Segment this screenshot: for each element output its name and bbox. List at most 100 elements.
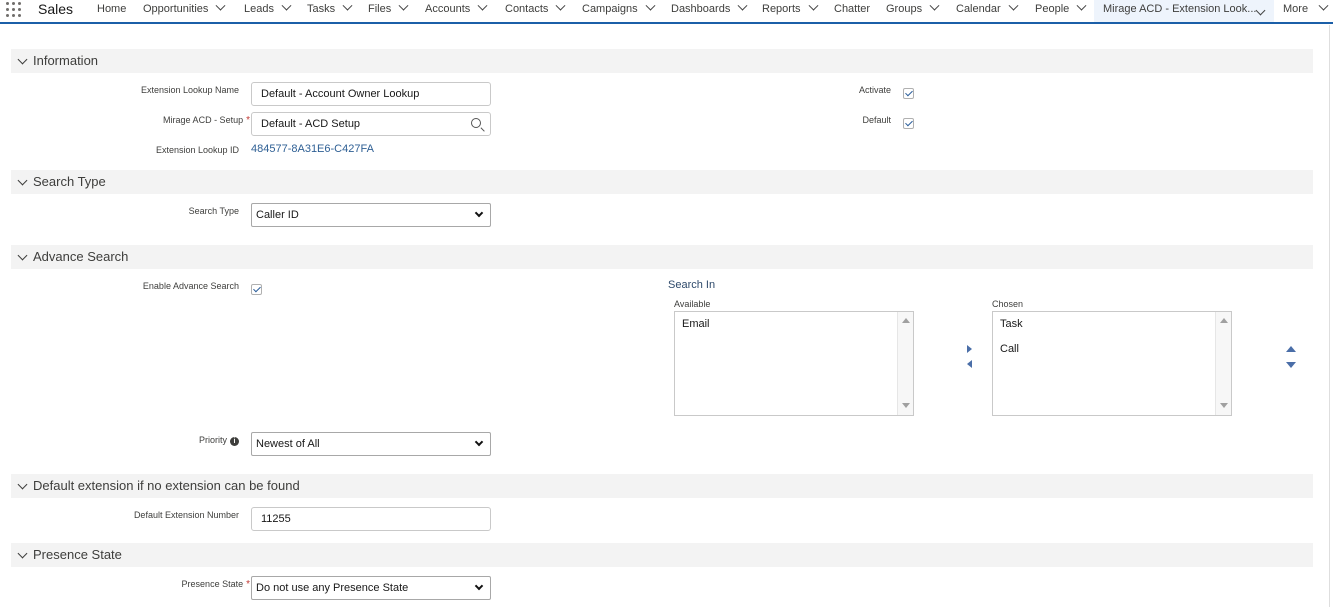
chevron-down-icon[interactable] (17, 479, 28, 490)
section-header-presence-state[interactable]: Presence State (11, 543, 1313, 567)
list-item[interactable]: Email (682, 318, 710, 330)
list-item[interactable]: Task (1000, 318, 1023, 330)
scroll-down-icon[interactable] (1220, 403, 1228, 408)
checkmark-icon (905, 118, 913, 127)
listbox-scrollbar[interactable] (1215, 312, 1231, 415)
section-title: Presence State (33, 547, 122, 562)
enable-advance-search-checkbox[interactable] (251, 284, 262, 295)
chevron-down-icon[interactable] (17, 548, 28, 559)
nav-item-opportunities[interactable]: Opportunities (143, 0, 226, 22)
nav-item-label: Accounts (425, 3, 471, 15)
nav-item-more[interactable]: More (1283, 0, 1329, 22)
activate-label: Activate (858, 85, 891, 95)
nav-item-label: Dashboards (671, 3, 731, 15)
nav-item-contacts[interactable]: Contacts (505, 0, 566, 22)
chevron-down-icon[interactable] (555, 0, 566, 11)
info-icon[interactable]: i (230, 437, 239, 446)
nav-item-label: Calendar (956, 3, 1001, 15)
section-header-advance-search[interactable]: Advance Search (11, 245, 1313, 269)
move-left-icon[interactable] (967, 360, 972, 368)
default-extension-number-input[interactable]: 11255 (251, 507, 491, 531)
available-listbox[interactable]: Email (674, 311, 914, 416)
checkmark-icon (905, 88, 913, 97)
chevron-down-icon[interactable] (1008, 0, 1019, 11)
section-header-information[interactable]: Information (11, 49, 1313, 73)
nav-item-mirage-acd-extension-lookup[interactable]: Mirage ACD - Extension Look... (1094, 0, 1274, 22)
chevron-down-icon[interactable] (1076, 0, 1087, 11)
app-launcher-icon[interactable] (6, 2, 23, 19)
chevron-down-icon (474, 437, 484, 447)
default-extension-number-label: Default Extension Number (133, 510, 239, 520)
extension-lookup-name-label: Extension Lookup Name (140, 85, 239, 95)
activate-checkbox[interactable] (903, 88, 914, 99)
search-in-label: Search In (668, 279, 716, 291)
nav-item-label: Mirage ACD - Extension Look... (1103, 3, 1257, 15)
available-label: Available (674, 299, 711, 309)
presence-state-label: Presence State * (182, 579, 250, 590)
chevron-down-icon[interactable] (215, 0, 226, 11)
app-name: Sales (38, 1, 74, 17)
chosen-listbox[interactable]: Task Call (992, 311, 1232, 416)
chevron-down-icon[interactable] (17, 175, 28, 186)
section-header-default-extension[interactable]: Default extension if no extension can be… (11, 474, 1313, 498)
nav-item-label: Reports (762, 3, 801, 15)
input-value: 11255 (261, 513, 291, 525)
chevron-down-icon (474, 208, 484, 218)
nav-item-label: Home (97, 3, 127, 15)
nav-item-label: People (1035, 3, 1070, 15)
nav-item-dashboards[interactable]: Dashboards (671, 0, 748, 22)
chevron-down-icon[interactable] (1255, 5, 1266, 16)
nav-item-calendar[interactable]: Calendar (956, 0, 1019, 22)
presence-state-select[interactable]: Do not use any Presence State (251, 576, 491, 600)
chevron-down-icon[interactable] (398, 0, 409, 11)
chevron-down-icon[interactable] (17, 54, 28, 65)
nav-item-groups[interactable]: Groups (886, 0, 940, 22)
mirage-acd-setup-lookup-input[interactable]: Default - ACD Setup (251, 112, 491, 136)
move-right-icon[interactable] (967, 345, 972, 353)
input-value: Default - ACD Setup (261, 118, 361, 130)
nav-item-tasks[interactable]: Tasks (307, 0, 353, 22)
input-value: Default - Account Owner Lookup (261, 88, 420, 100)
scroll-up-icon[interactable] (902, 318, 910, 323)
chevron-down-icon[interactable] (17, 250, 28, 261)
priority-select[interactable]: Newest of All (251, 432, 491, 456)
chosen-label: Chosen (992, 299, 1024, 309)
extension-lookup-id-value: 484577-8A31E6-C427FA (251, 143, 374, 155)
section-header-search-type[interactable]: Search Type (11, 170, 1313, 194)
move-down-icon[interactable] (1286, 362, 1296, 368)
chevron-down-icon[interactable] (645, 0, 656, 11)
label-text: Presence State (181, 579, 244, 589)
enable-advance-search-label: Enable Advance Search (142, 281, 239, 291)
section-title: Information (33, 53, 99, 68)
select-value: Do not use any Presence State (256, 582, 409, 594)
move-up-icon[interactable] (1286, 346, 1296, 352)
chevron-down-icon[interactable] (342, 0, 353, 11)
nav-item-people[interactable]: People (1035, 0, 1087, 22)
default-checkbox[interactable] (903, 118, 914, 129)
search-type-select[interactable]: Caller ID (251, 203, 491, 227)
nav-item-label: More (1283, 3, 1309, 15)
nav-item-home[interactable]: Home (97, 0, 126, 22)
nav-item-leads[interactable]: Leads (244, 0, 292, 22)
nav-item-reports[interactable]: Reports (762, 0, 818, 22)
nav-item-campaigns[interactable]: Campaigns (582, 0, 656, 22)
chevron-down-icon[interactable] (808, 0, 818, 11)
priority-label: Priority i (199, 435, 239, 446)
chevron-down-icon[interactable] (737, 0, 748, 11)
required-icon: * (246, 115, 250, 126)
scroll-down-icon[interactable] (902, 403, 910, 408)
listbox-scrollbar[interactable] (897, 312, 913, 415)
search-icon[interactable] (471, 118, 481, 128)
chevron-down-icon[interactable] (477, 0, 488, 11)
chevron-down-icon[interactable] (1318, 0, 1329, 11)
nav-item-chatter[interactable]: Chatter (834, 0, 870, 22)
scroll-up-icon[interactable] (1220, 318, 1228, 323)
chevron-down-icon[interactable] (281, 0, 292, 11)
list-item[interactable]: Call (1000, 343, 1019, 355)
nav-item-accounts[interactable]: Accounts (425, 0, 488, 22)
extension-lookup-name-input[interactable]: Default - Account Owner Lookup (251, 82, 491, 106)
checkmark-icon (253, 284, 261, 293)
page-scrollbar[interactable] (1329, 25, 1333, 607)
nav-item-files[interactable]: Files (368, 0, 409, 22)
chevron-down-icon[interactable] (929, 0, 940, 11)
